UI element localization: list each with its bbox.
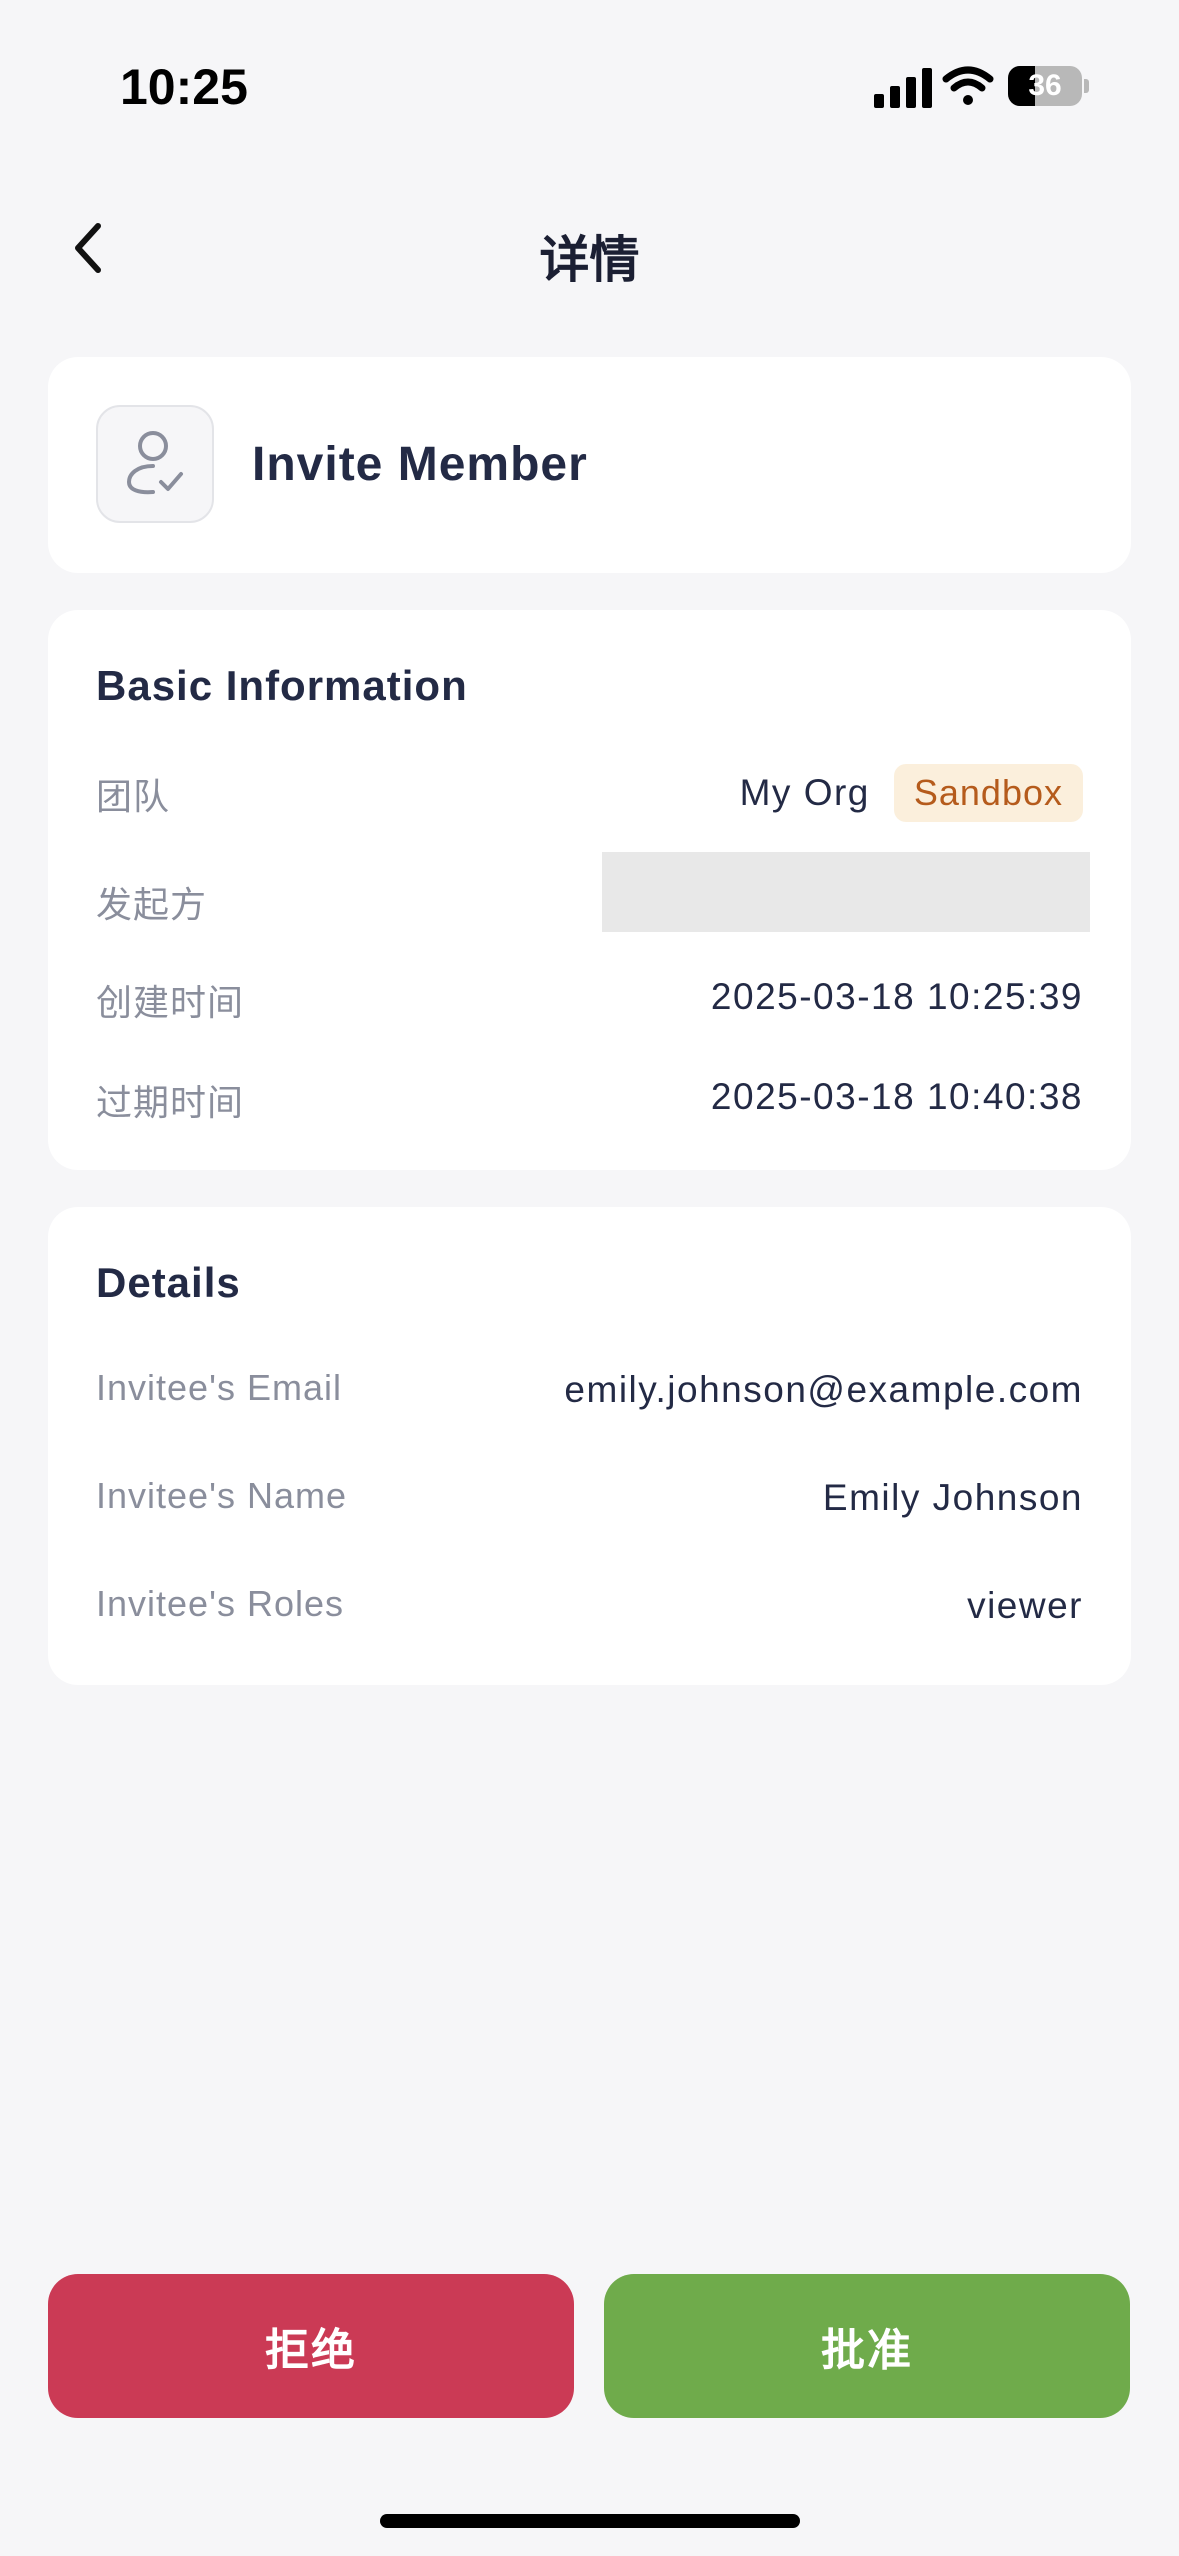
team-name: My Org bbox=[739, 772, 870, 813]
invitee-roles-label: Invitee's Roles bbox=[96, 1583, 344, 1624]
request-type-icon-box bbox=[96, 405, 214, 523]
invitee-email-label: Invitee's Email bbox=[96, 1367, 342, 1408]
basic-information-title: Basic Information bbox=[96, 662, 468, 709]
request-type-card: Invite Member bbox=[48, 357, 1131, 573]
team-label: 团队 bbox=[96, 776, 171, 817]
battery-icon: 36 bbox=[1008, 66, 1082, 106]
invitee-roles-value: viewer bbox=[967, 1585, 1083, 1626]
invitee-name-value: Emily Johnson bbox=[822, 1477, 1083, 1518]
cellular-signal-icon bbox=[874, 68, 932, 108]
invitee-email-value: emily.johnson@example.com bbox=[564, 1369, 1083, 1410]
user-check-icon bbox=[127, 431, 183, 495]
wifi-icon bbox=[942, 66, 994, 105]
request-type-title: Invite Member bbox=[252, 438, 588, 491]
team-value: My Org Sandbox bbox=[740, 764, 1083, 822]
details-card: Details Invitee's Email emily.johnson@ex… bbox=[48, 1207, 1131, 1685]
battery-cap bbox=[1084, 79, 1089, 93]
expiry-time-label: 过期时间 bbox=[96, 1082, 245, 1123]
initiator-label: 发起方 bbox=[96, 884, 208, 925]
expiry-time-value: 2025-03-18 10:40:38 bbox=[710, 1076, 1083, 1117]
approve-button[interactable]: 批准 bbox=[604, 2274, 1130, 2418]
created-time-label: 创建时间 bbox=[96, 982, 245, 1023]
created-time-value: 2025-03-18 10:25:39 bbox=[710, 976, 1083, 1017]
battery-percent: 36 bbox=[1028, 69, 1062, 102]
status-time: 10:25 bbox=[120, 59, 248, 115]
reject-button[interactable]: 拒绝 bbox=[48, 2274, 574, 2418]
page: 10:25 36 详情 Invite Member Basic Informat… bbox=[0, 0, 1179, 2556]
invitee-name-label: Invitee's Name bbox=[96, 1475, 347, 1516]
details-title: Details bbox=[96, 1259, 241, 1306]
environment-badge: Sandbox bbox=[893, 764, 1083, 822]
page-title: 详情 bbox=[539, 232, 640, 288]
home-indicator[interactable] bbox=[380, 2514, 800, 2528]
initiator-value-redacted bbox=[602, 852, 1090, 932]
basic-information-card: Basic Information 团队 My Org Sandbox 发起方 … bbox=[48, 610, 1131, 1170]
